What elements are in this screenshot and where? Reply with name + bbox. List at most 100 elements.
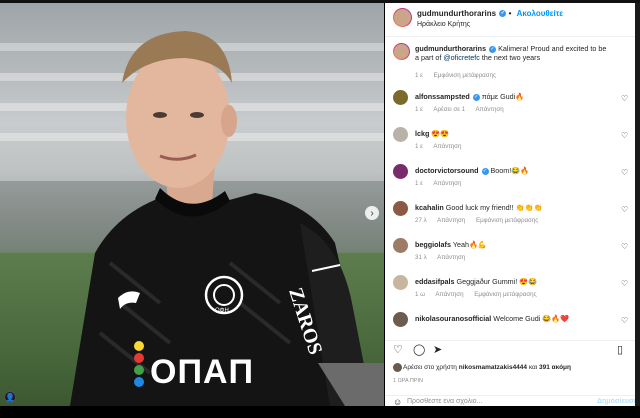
caption-text: gudmundurthorarins ✓ Kalimera! Proud and… [415,44,610,62]
chevron-right-icon[interactable]: › [365,206,379,220]
comment-input[interactable] [407,398,577,405]
post-comment-button[interactable]: Δημοσίευση [597,398,638,405]
comment-meta: 1 ε Απάντηση [415,143,470,150]
heart-icon[interactable]: ♡ [621,279,628,288]
comment-meta: 1 ε Αρέσει σε 1 Απάντηση [415,106,513,113]
comment-translate[interactable]: Εμφάνιση μετάφρασης [476,217,538,224]
comment-reply[interactable]: Απάντηση [437,254,465,261]
save-icon[interactable]: ▯ [617,345,623,356]
comment-likes[interactable]: Αρέσει σε 1 [433,106,465,113]
author-avatar[interactable] [393,43,410,60]
comment-username[interactable]: nikolasouranosofficial [415,314,491,323]
heart-icon[interactable]: ♡ [393,345,403,356]
instagram-post-modal: ΟΦΗ ΟΠΑΠ ZAROS › 👤 gudmundurthorarins ✓ … [0,0,640,418]
player-face [126,48,230,188]
caption-meta: 1 ε Εμφάνιση μετάφρασης [415,72,505,79]
author-line: gudmundurthorarins ✓ • Ακολουθείτε [417,9,564,18]
crest-text: ΟΦΗ [215,308,229,314]
comment-reply[interactable]: Απάντηση [435,291,463,298]
player-eye-left [153,112,167,118]
comment-reply[interactable]: Απάντηση [437,217,465,224]
sponsor-mark [134,365,144,375]
verified-icon: ✓ [472,93,480,101]
comment-text: nikolasouranosofficial Welcome Gudi 😂🔥❤️ [415,314,610,323]
heart-icon[interactable]: ♡ [621,94,628,103]
comment-username[interactable]: lckg [415,129,429,138]
comment-username[interactable]: eddasifpals [415,277,455,286]
comment-meta: 1 ω Απάντηση Εμφάνιση μετάφρασης [415,291,546,298]
caption-username[interactable]: gudmundurthorarins [415,44,486,53]
caption-mention[interactable]: @oficretefc [443,53,479,62]
comment-text: beggiolafs Yeah🔥💪 [415,240,610,249]
sponsor-mark [134,353,144,363]
comment-icon[interactable]: ◯ [413,345,425,356]
comment-body: Boom!😂🔥 [490,166,530,175]
bottom-strip [0,406,640,418]
sponsor-mark [134,341,144,351]
post-date[interactable]: 1 ΩΡΑ ΠΡΙΝ [393,378,423,384]
comment-username[interactable]: doctorvictorsound [415,166,479,175]
comment-body: Good luck my friend!! 👏👏👏 [445,203,543,212]
verified-icon: ✓ [499,10,507,18]
follow-button[interactable]: Ακολουθείτε [517,9,563,18]
author-avatar[interactable] [393,8,412,27]
comment-text: doctorvictorsound ✓ Boom!😂🔥 [415,166,610,175]
commenter-avatar[interactable] [393,238,408,253]
commenter-avatar[interactable] [393,164,408,179]
commenter-avatar[interactable] [393,312,408,327]
comment-time: 1 ε [415,106,423,113]
share-icon[interactable]: ➤ [433,345,442,356]
comment-username[interactable]: kcahalin [415,203,444,212]
player-figure: ΟΦΗ ΟΠΑΠ ZAROS [0,3,384,406]
comment-time: 1 ω [415,291,425,298]
comment-username[interactable]: alfonssampsted [415,92,470,101]
comment-body: πάμε Gudi🔥 [481,92,525,101]
post-actions: ♡ ◯ ➤ ▯ [385,340,635,356]
commenter-avatar[interactable] [393,275,408,290]
comment-translate[interactable]: Εμφάνιση μετάφρασης [474,291,536,298]
comment-time: 31 λ [415,254,427,261]
post-photo[interactable]: ΟΦΗ ΟΠΑΠ ZAROS › 👤 [0,3,384,406]
comment-reply[interactable]: Απάντηση [433,180,461,187]
comment-body: Geggjaður Gummi! 😍😂 [456,277,538,286]
comment-body: 😍😍 [431,129,450,138]
heart-icon[interactable]: ♡ [621,205,628,214]
commenter-avatar[interactable] [393,90,408,105]
commenter-avatar[interactable] [393,201,408,216]
add-comment-bar: ☺ Δημοσίευση [385,395,638,407]
liker-avatar[interactable] [393,363,402,372]
comment-reply[interactable]: Απάντηση [433,143,461,150]
comment-time: 27 λ [415,217,427,224]
likes-user[interactable]: nikosmamatzakis4444 [459,364,527,371]
verified-icon: ✓ [481,167,489,175]
likes-prefix: Αρέσει στο χρήστη [403,364,457,371]
comment-meta: 31 λ Απάντηση [415,254,474,261]
heart-icon[interactable]: ♡ [621,131,628,140]
post-header: gudmundurthorarins ✓ • Ακολουθείτε Ηράκλ… [385,3,635,37]
player-eye-right [190,112,204,118]
comment-reply[interactable]: Απάντηση [476,106,504,113]
likes-count[interactable]: 391 ακόμη [539,364,571,371]
heart-icon[interactable]: ♡ [621,316,628,325]
commenter-avatar[interactable] [393,127,408,142]
window-scrollbar[interactable] [635,3,640,406]
likes-summary: Αρέσει στο χρήστη nikosmamatzakis4444 κα… [403,364,571,371]
comment-text: kcahalin Good luck my friend!! 👏👏👏 [415,203,610,212]
heart-icon[interactable]: ♡ [621,242,628,251]
comment-text: lckg 😍😍 [415,129,610,138]
comment-text: alfonssampsted ✓ πάμε Gudi🔥 [415,92,610,101]
player-illustration [70,31,384,406]
author-username[interactable]: gudmundurthorarins [417,9,496,18]
sponsor-mark [134,377,144,387]
verified-icon: ✓ [489,45,497,53]
caption-translate[interactable]: Εμφάνιση μετάφρασης [434,72,496,79]
caption-time: 1 ε [415,72,423,79]
heart-icon[interactable]: ♡ [621,168,628,177]
comment-time: 1 ε [415,180,423,187]
tag-icon[interactable]: 👤 [4,391,16,403]
comment-meta: 27 λ Απάντηση Εμφάνιση μετάφρασης [415,217,547,224]
comment-body: Yeah🔥💪 [452,240,487,249]
caption-rest: the next two years [481,53,541,62]
comment-username[interactable]: beggiolafs [415,240,451,249]
post-location[interactable]: Ηράκλειο Κρήτης [417,21,470,28]
